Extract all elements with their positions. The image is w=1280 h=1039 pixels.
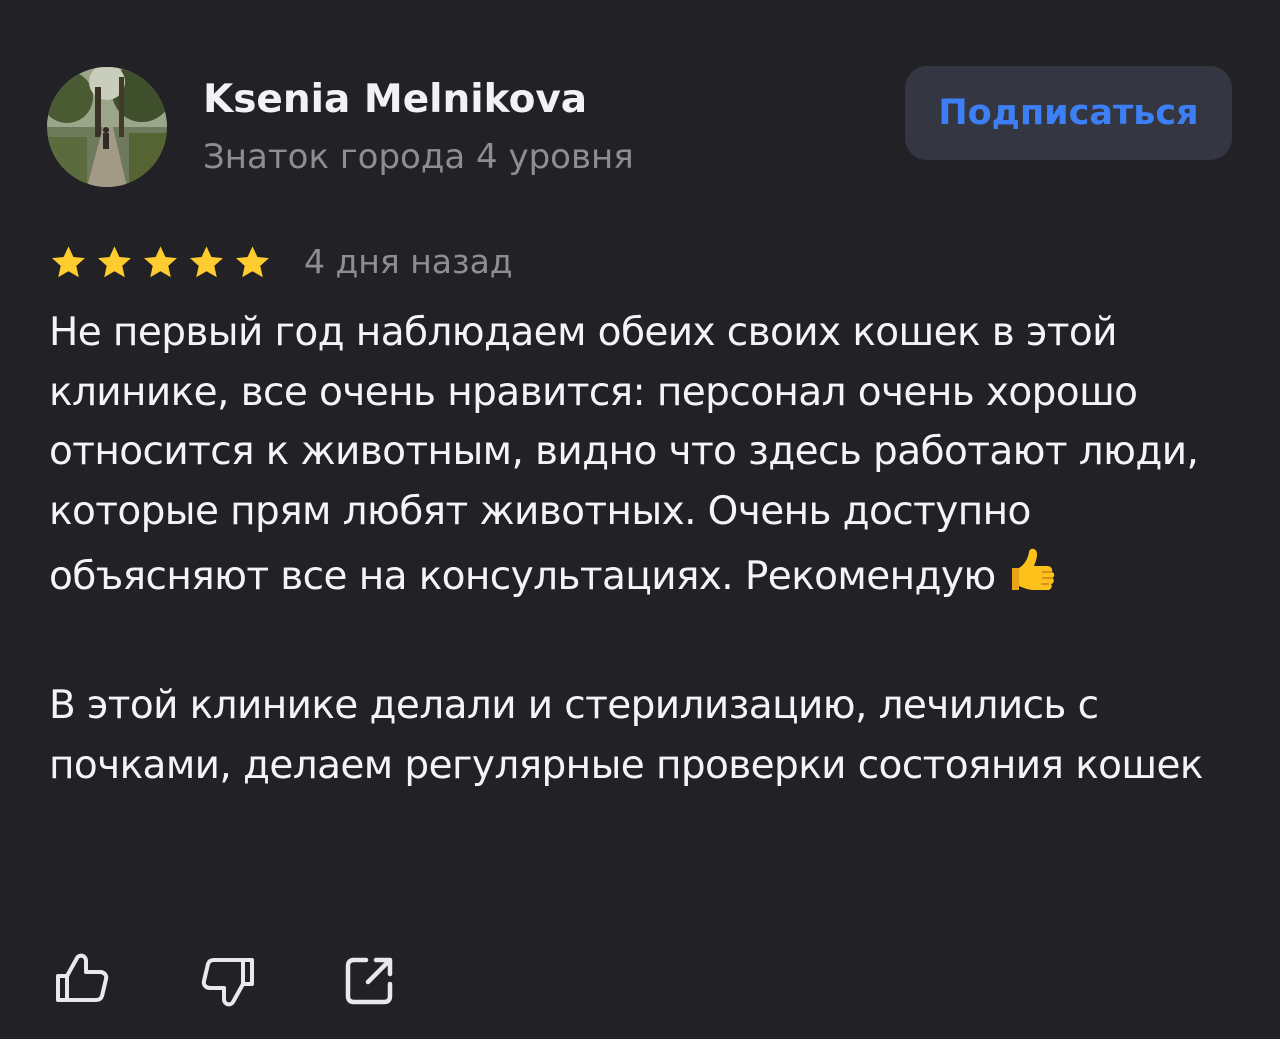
star-icon (236, 246, 269, 278)
review-paragraph: Не первый год наблюдаем обеих своих коше… (49, 303, 1244, 617)
thumbs-down-icon (201, 958, 254, 1007)
dislike-button[interactable] (196, 948, 260, 1012)
review-text: Не первый год наблюдаем обеих своих коше… (49, 303, 1244, 795)
thumbs-up-icon (56, 953, 109, 1002)
author-avatar[interactable] (47, 67, 167, 187)
star-icon (98, 246, 131, 278)
review-date: 4 дня назад (304, 242, 513, 281)
park-path-photo-icon (47, 67, 167, 187)
star-icon (190, 246, 223, 278)
author-name[interactable]: Ksenia Melnikova (203, 74, 587, 126)
star-icon (52, 246, 85, 278)
author-level: Знаток города 4 уровня (203, 137, 634, 177)
share-icon (345, 957, 393, 1005)
star-icon (144, 246, 177, 278)
subscribe-button[interactable]: Подписаться (905, 66, 1232, 160)
star-rating (49, 240, 279, 286)
like-button[interactable] (50, 948, 114, 1012)
share-button[interactable] (338, 948, 402, 1012)
review-paragraph: В этой клинике делали и стерилизацию, ле… (49, 683, 1203, 788)
thumbs-up-emoji-icon (1002, 541, 1060, 617)
